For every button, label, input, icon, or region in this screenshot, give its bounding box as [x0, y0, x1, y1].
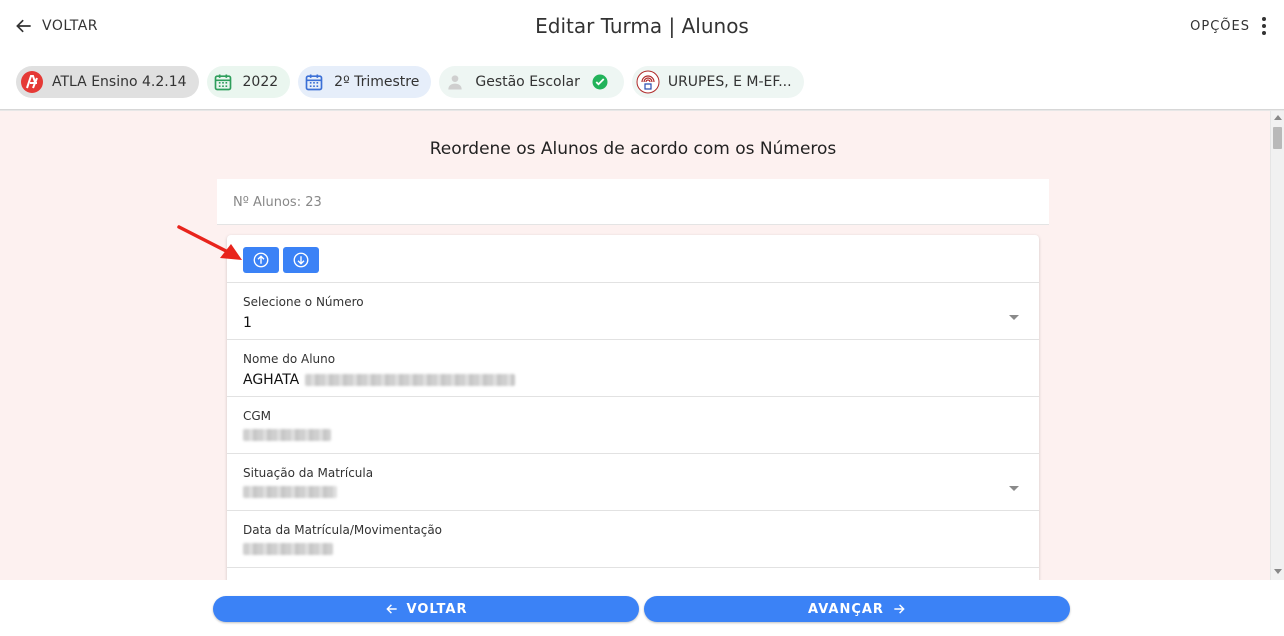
- context-chips: ATLA Ensino 4.2.14 2022 2º Trimestre Ges…: [16, 66, 804, 98]
- enrollment-date-field[interactable]: Data da Matrícula/Movimentação: [227, 511, 1039, 568]
- chip-year[interactable]: 2022: [206, 66, 291, 98]
- scroll-up-arrow-icon[interactable]: [1274, 115, 1282, 120]
- student-name-value: AGHATA: [243, 372, 300, 388]
- arrow-up-circle-icon: [253, 252, 269, 268]
- scroll-down-arrow-icon[interactable]: [1274, 569, 1282, 574]
- enrollment-date-value-row: [243, 543, 1023, 555]
- enrollment-status-value-row: [243, 486, 1023, 498]
- page-title: Editar Turma | Alunos: [535, 14, 749, 38]
- arrow-right-icon: [894, 604, 905, 614]
- cgm-field[interactable]: CGM: [227, 397, 1039, 454]
- calendar-icon: [302, 70, 326, 94]
- section-title: Reordene os Alunos de acordo com os Núme…: [429, 139, 837, 159]
- main-content: Reordene os Alunos de acordo com os Núme…: [0, 111, 1270, 580]
- arrow-left-icon: [385, 604, 397, 614]
- student-card: Selecione o Número 1 Nome do Aluno AGHAT…: [227, 235, 1039, 580]
- enrollment-status-label: Situação da Matrícula: [243, 466, 374, 480]
- chevron-down-icon: [1009, 315, 1019, 320]
- next-button[interactable]: AVANÇAR: [644, 596, 1070, 622]
- cgm-value-row: [243, 429, 1023, 441]
- chip-term-label: 2º Trimestre: [334, 74, 420, 90]
- arrow-down-circle-icon: [293, 252, 309, 268]
- enrollment-status-select[interactable]: Situação da Matrícula: [227, 454, 1039, 511]
- chip-system-version[interactable]: ATLA Ensino 4.2.14: [16, 66, 199, 98]
- student-name-label: Nome do Aluno: [243, 352, 336, 366]
- chip-year-label: 2022: [242, 74, 279, 90]
- options-button[interactable]: OPÇÕES: [1190, 16, 1268, 36]
- number-select-label: Selecione o Número: [243, 295, 364, 309]
- redacted-text: [243, 486, 337, 498]
- calendar-icon: [211, 70, 235, 94]
- reorder-buttons: [227, 235, 1039, 283]
- chip-school[interactable]: URUPES, E M-EF...: [631, 66, 804, 98]
- move-up-button[interactable]: [243, 247, 279, 273]
- student-count-bar: Nº Alunos: 23: [217, 179, 1049, 225]
- chip-term[interactable]: 2º Trimestre: [298, 66, 432, 98]
- enrollment-date-label: Data da Matrícula/Movimentação: [243, 523, 443, 537]
- school-logo-icon: [636, 70, 660, 94]
- annotation-arrow-icon: [177, 225, 242, 260]
- student-name-value-row: AGHATA: [243, 372, 1023, 388]
- redacted-text: [243, 543, 333, 555]
- student-name-field[interactable]: Nome do Aluno AGHATA: [227, 340, 1039, 397]
- move-down-button[interactable]: [283, 247, 319, 273]
- number-select[interactable]: Selecione o Número 1: [227, 283, 1039, 340]
- student-count: Nº Alunos: 23: [233, 195, 322, 210]
- vertical-scrollbar[interactable]: [1270, 111, 1284, 580]
- partial-field: [227, 568, 1039, 580]
- atla-logo-icon: [20, 70, 44, 94]
- number-select-value: 1: [243, 315, 252, 331]
- cgm-label: CGM: [243, 409, 272, 423]
- chip-module-label: Gestão Escolar: [475, 74, 580, 90]
- chevron-down-icon: [1009, 486, 1019, 491]
- chip-system-version-label: ATLA Ensino 4.2.14: [52, 74, 187, 90]
- scroll-thumb[interactable]: [1273, 127, 1282, 149]
- chip-module[interactable]: Gestão Escolar: [439, 66, 624, 98]
- top-bar: VOLTAR Editar Turma | Alunos OPÇÕES: [0, 0, 1284, 54]
- redacted-text: [243, 429, 331, 441]
- chip-school-label: URUPES, E M-EF...: [667, 74, 792, 90]
- bottom-action-bar: VOLTAR AVANÇAR: [0, 580, 1284, 636]
- footer-back-button[interactable]: VOLTAR: [213, 596, 639, 622]
- footer-back-label: VOLTAR: [406, 601, 468, 617]
- redacted-text: [305, 374, 516, 386]
- check-circle-icon: [588, 70, 612, 94]
- options-label: OPÇÕES: [1190, 18, 1250, 34]
- more-vertical-icon: [1262, 17, 1266, 35]
- user-icon: [443, 70, 467, 94]
- next-label: AVANÇAR: [808, 601, 884, 617]
